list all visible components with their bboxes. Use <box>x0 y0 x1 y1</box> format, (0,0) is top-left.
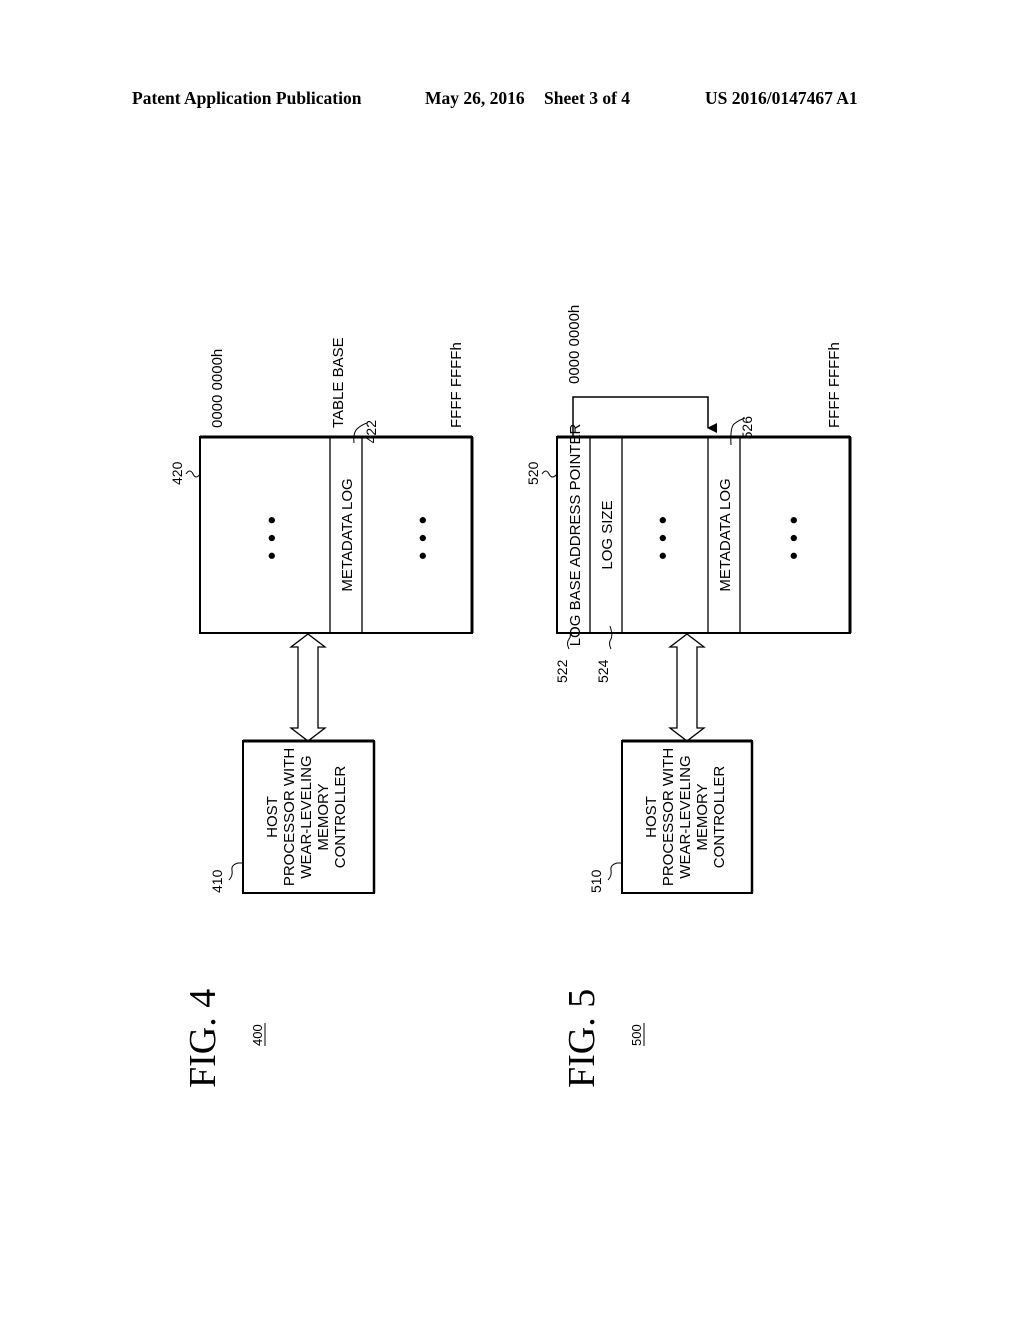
fig5: LOG BASE ADDRESS POINTER LOG SIZE • • • … <box>525 305 852 1088</box>
bidirectional-arrow-4 <box>289 633 327 742</box>
log-base-address-pointer-label: LOG BASE ADDRESS POINTER <box>567 424 584 647</box>
ellipsis-2: • • • <box>781 514 806 559</box>
bidirectional-arrow-5 <box>668 633 706 742</box>
end-address: FFFF FFFFh <box>448 342 465 428</box>
host-line-5: CONTROLLER <box>711 766 728 869</box>
host-line-3: WEAR-LEVELING <box>298 755 315 878</box>
end-address: FFFF FFFFh <box>826 342 843 428</box>
start-address: 0000 0000h <box>566 305 583 384</box>
table-base-label: TABLE BASE <box>330 337 347 428</box>
patent-drawing: • • • METADATA LOG • • • 0000 0000h TABL… <box>169 305 852 1088</box>
ref-524: 524 <box>595 659 611 683</box>
leader-520 <box>541 470 558 478</box>
fig5-title: FIG. 5 <box>561 989 603 1088</box>
host-line-5: CONTROLLER <box>332 766 349 869</box>
fig4-ref: 400 <box>250 1024 265 1046</box>
host-line-4: MEMORY <box>315 783 332 850</box>
host-line-2: PROCESSOR WITH <box>281 748 298 886</box>
host-line-1: HOST <box>264 796 281 838</box>
host-processor-410: HOST PROCESSOR WITH WEAR-LEVELING MEMORY… <box>209 739 376 894</box>
memory-map-520: LOG BASE ADDRESS POINTER LOG SIZE • • • … <box>525 305 852 683</box>
host-line-4: MEMORY <box>694 783 711 850</box>
host-line-3: WEAR-LEVELING <box>677 755 694 878</box>
host-line-1: HOST <box>643 796 660 838</box>
fig5-ref: 500 <box>629 1024 644 1046</box>
log-size-label: LOG SIZE <box>599 500 616 569</box>
host-processor-510: HOST PROCESSOR WITH WEAR-LEVELING MEMORY… <box>588 739 754 894</box>
ref-410: 410 <box>209 869 225 893</box>
ellipsis-1: • • • <box>650 514 675 559</box>
ref-520: 520 <box>525 461 541 485</box>
host-line-2: PROCESSOR WITH <box>660 748 677 886</box>
metadata-log-label: METADATA LOG <box>717 478 734 591</box>
memory-map-420: • • • METADATA LOG • • • 0000 0000h TABL… <box>169 337 474 634</box>
leader-510 <box>607 862 622 881</box>
leader-524 <box>609 625 613 650</box>
fig4: • • • METADATA LOG • • • 0000 0000h TABL… <box>169 337 474 1088</box>
start-address: 0000 0000h <box>209 349 226 428</box>
ref-510: 510 <box>588 869 604 893</box>
ref-522: 522 <box>554 659 570 683</box>
pointer-arrow <box>572 396 717 437</box>
leader-410 <box>228 862 243 881</box>
fig4-title: FIG. 4 <box>182 989 224 1088</box>
leader-420 <box>185 470 201 478</box>
metadata-log-label: METADATA LOG <box>339 478 356 591</box>
ellipsis-2: • • • <box>410 514 435 559</box>
ellipsis-1: • • • <box>259 514 284 559</box>
ref-420: 420 <box>169 461 185 485</box>
